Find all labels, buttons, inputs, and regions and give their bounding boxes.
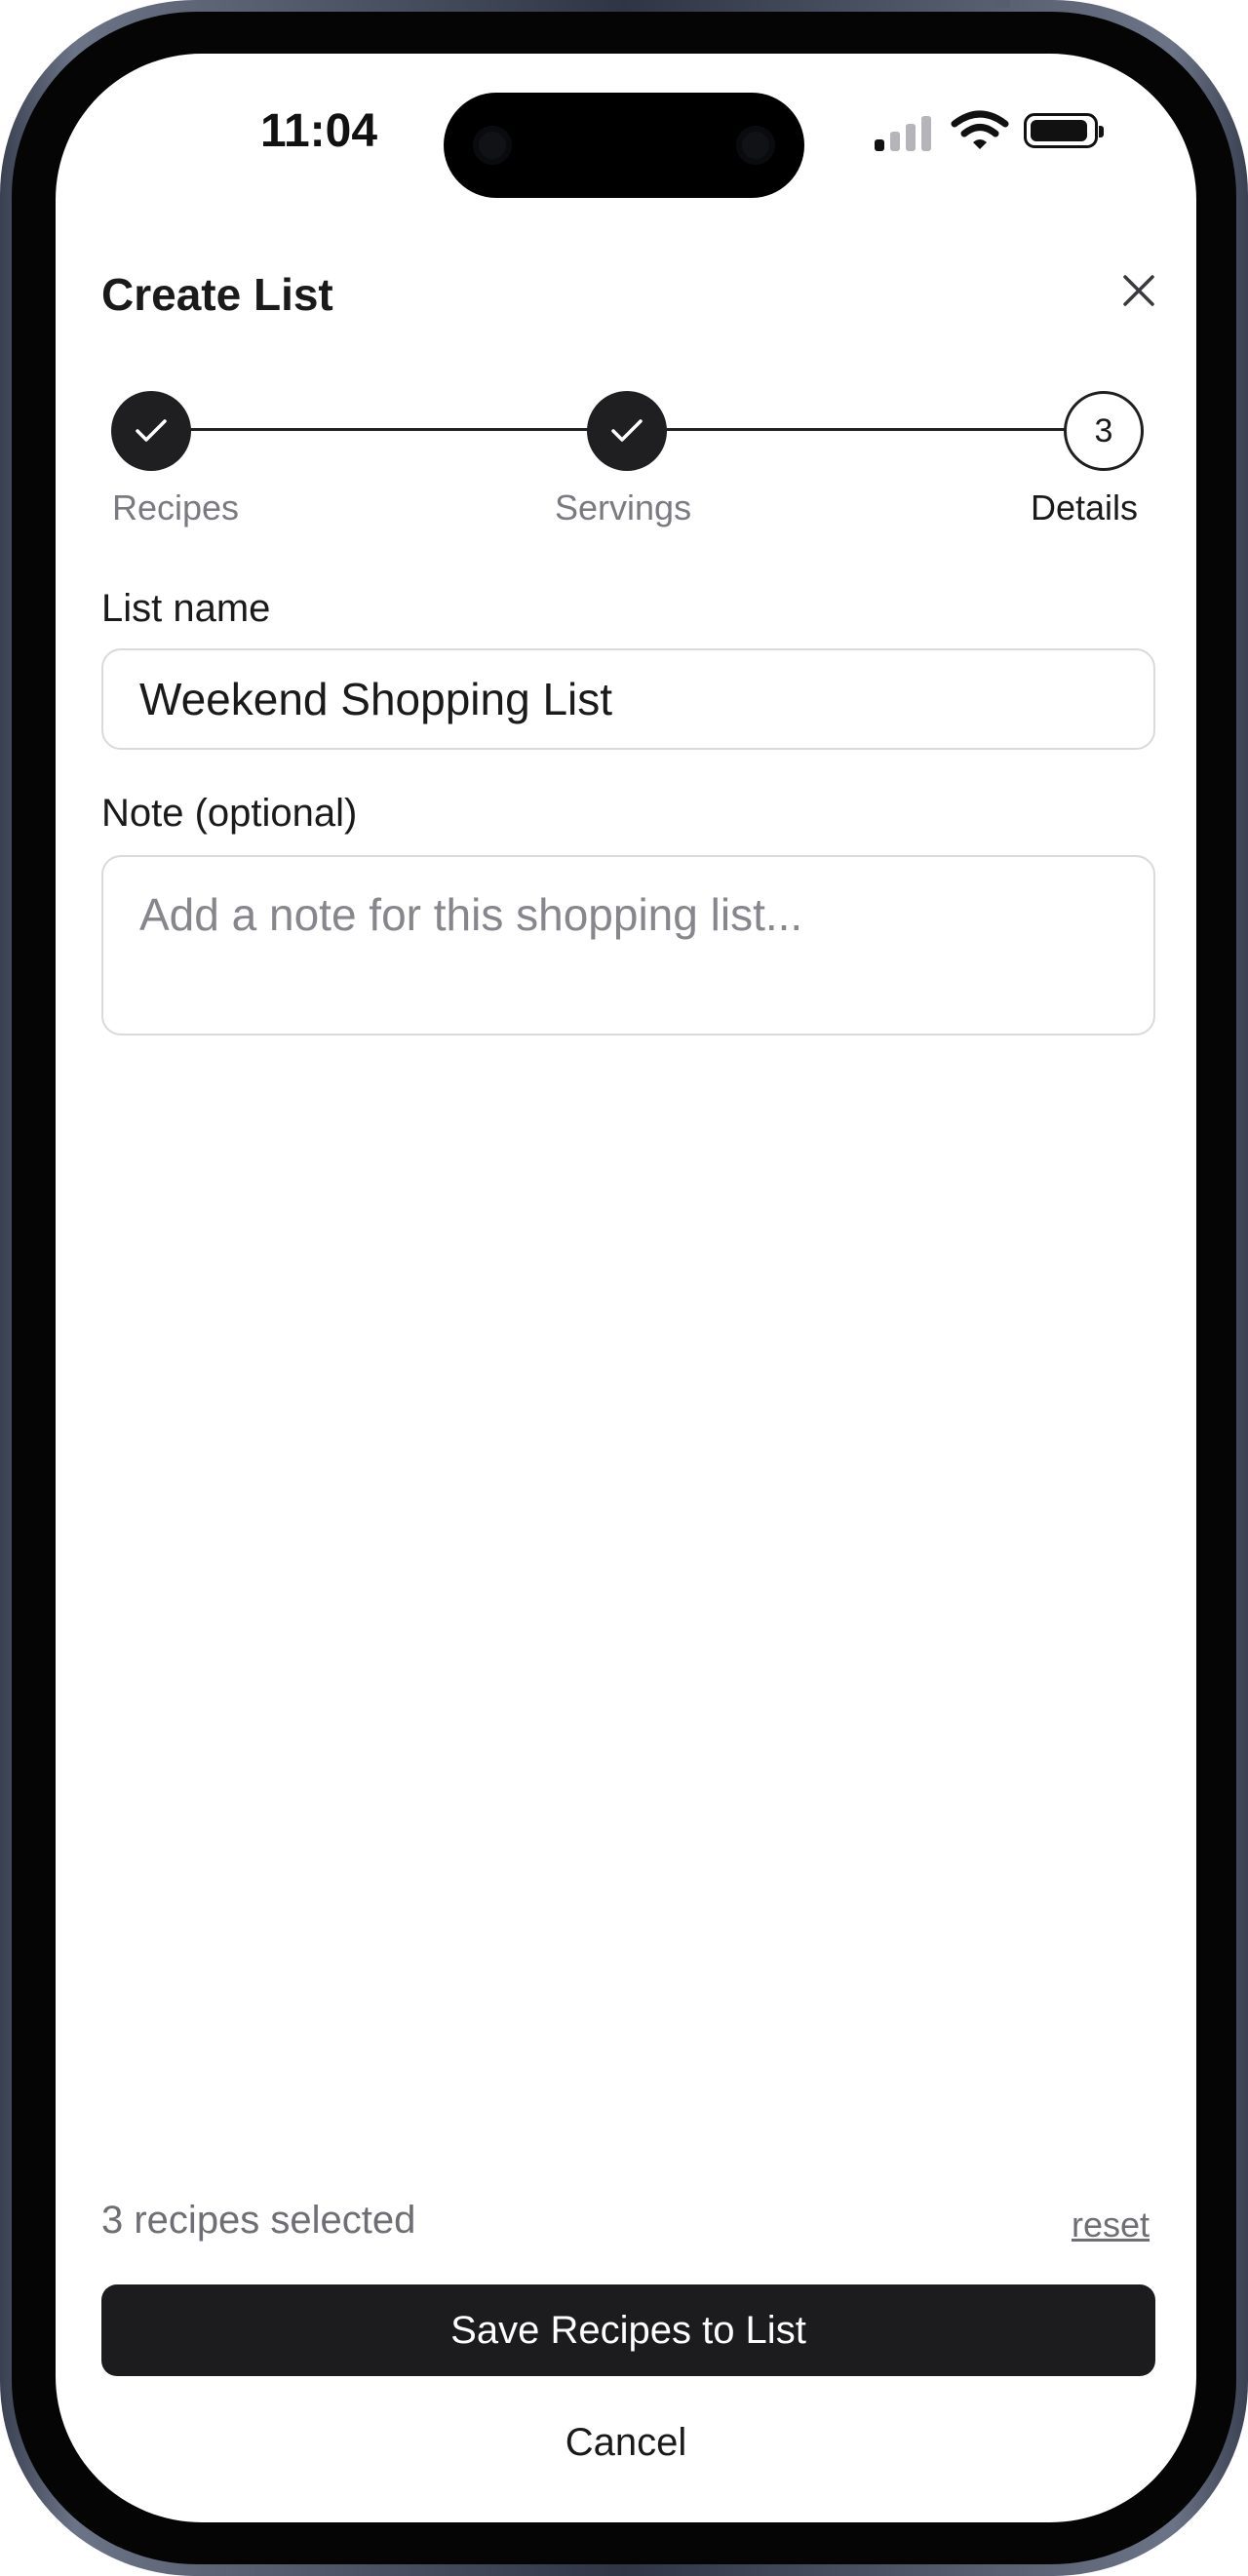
status-time: 11:04 (259, 105, 378, 157)
list-name-input[interactable] (101, 648, 1155, 750)
cellular-signal-icon (875, 112, 933, 151)
page-title: Create List (101, 269, 333, 320)
step-details-indicator: 3 (1064, 391, 1144, 471)
step-label-recipes: Recipes (112, 488, 240, 527)
selected-recipes-count: 3 recipes selected (101, 2199, 416, 2242)
cancel-button[interactable]: Cancel (431, 2394, 821, 2491)
app-screen: 11:04 Create List Recipes Servings 3 Det… (56, 54, 1196, 2522)
step-recipes-indicator[interactable] (111, 391, 191, 471)
checkmark-icon (136, 419, 167, 442)
reset-link[interactable]: reset (1072, 2205, 1150, 2245)
stepper-connector-2 (644, 428, 1131, 431)
sensor-icon (736, 126, 775, 165)
note-textarea[interactable] (101, 855, 1155, 1035)
step-label-servings: Servings (555, 488, 692, 527)
close-icon (1123, 275, 1154, 306)
dynamic-island (444, 93, 804, 198)
list-name-label: List name (101, 587, 271, 630)
stepper-connector-1 (168, 428, 645, 431)
checkmark-icon (611, 419, 643, 442)
save-recipes-button[interactable]: Save Recipes to List (101, 2284, 1155, 2376)
step-number: 3 (1094, 411, 1113, 449)
side-button-bottom (255, 2566, 271, 2576)
wifi-icon (951, 110, 1009, 149)
front-camera-icon (473, 126, 512, 165)
battery-icon (1024, 113, 1104, 148)
step-servings-indicator[interactable] (587, 391, 667, 471)
close-button[interactable] (1110, 261, 1168, 320)
note-label: Note (optional) (101, 792, 358, 835)
step-label-details: Details (1031, 488, 1139, 527)
side-button-right-top (994, 0, 1010, 8)
